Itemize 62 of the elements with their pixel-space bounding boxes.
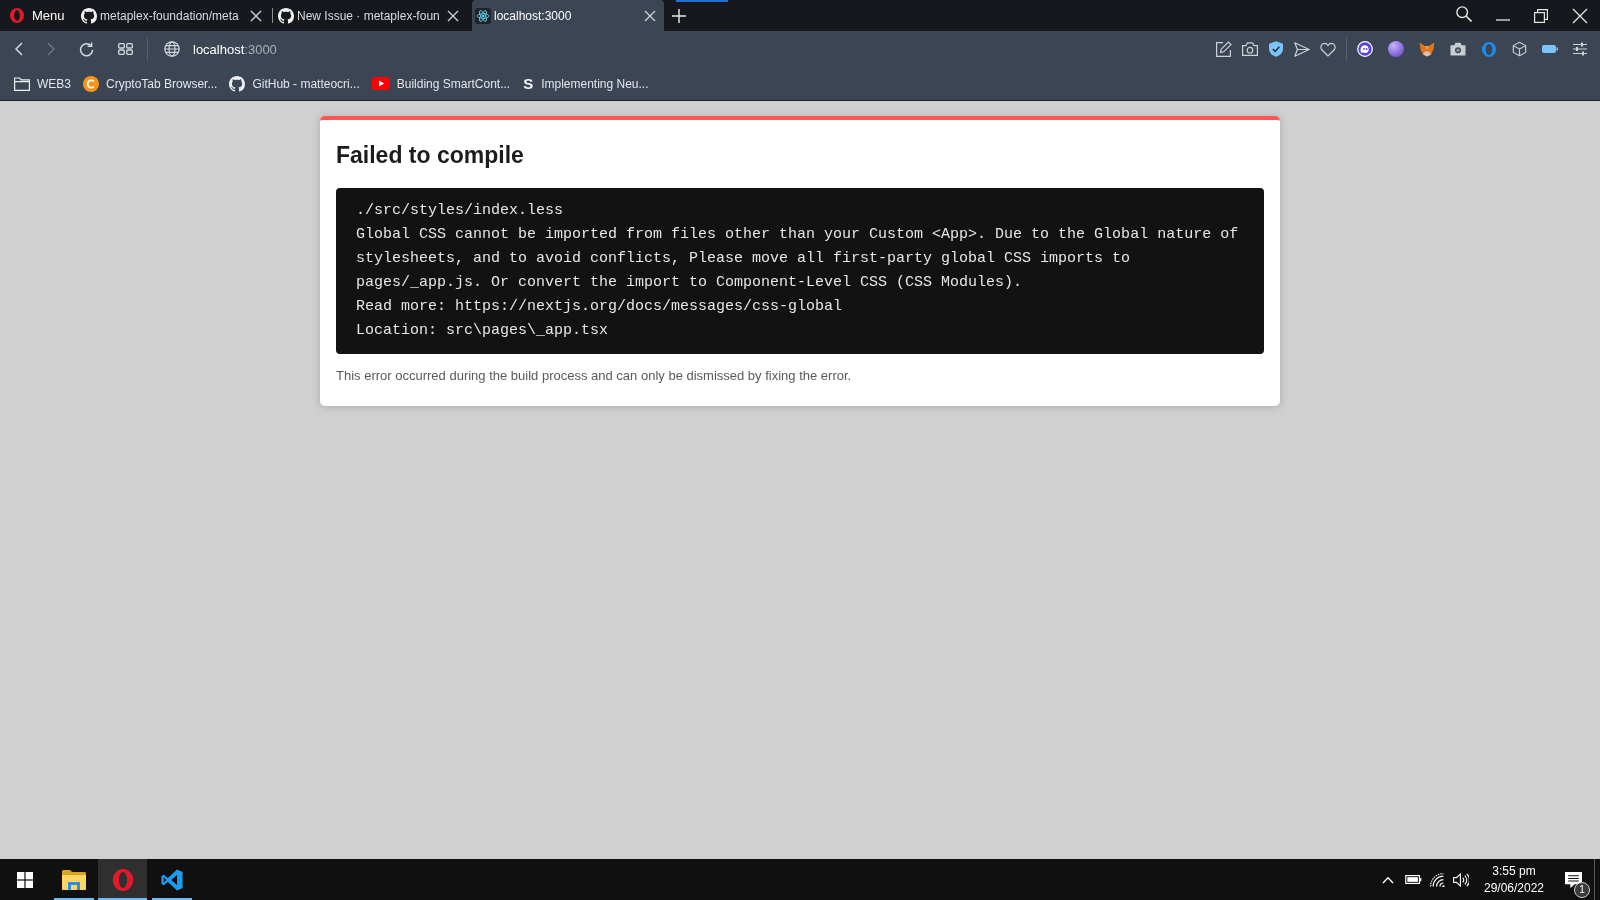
file-path-text: ./src/styles/index.less (356, 201, 565, 221)
taskbar-app-button[interactable] (98, 859, 147, 900)
sliders-icon[interactable] (1573, 42, 1587, 56)
wifi-icon[interactable] (1430, 872, 1445, 887)
close-icon[interactable] (250, 9, 262, 22)
bookmark-link[interactable]: WEB3 (14, 76, 71, 91)
minimize-icon[interactable] (1496, 18, 1510, 21)
s-logo-icon: S (522, 75, 535, 92)
folder-icon (61, 869, 86, 890)
clock-time[interactable]: 3:55 pm (1492, 862, 1536, 880)
send-icon[interactable] (1294, 41, 1310, 57)
browser-tab[interactable]: localhost:3000 (472, 0, 664, 31)
bookmark-link[interactable]: GitHub - matteocri... (229, 75, 360, 92)
camera-icon[interactable] (1242, 42, 1258, 56)
close-icon[interactable] (1572, 7, 1588, 24)
plus-icon[interactable] (672, 8, 686, 23)
code-logo-icon (160, 868, 183, 891)
close-icon[interactable] (644, 9, 656, 22)
ghost-icon[interactable] (1357, 41, 1373, 57)
chevron-up-icon[interactable] (1382, 875, 1394, 884)
read-more-text: Read more: https://nextjs.org/docs/messages/css-global (356, 297, 844, 317)
browser-tab[interactable]: metaplex-foundation/meta (78, 0, 270, 31)
restore-icon[interactable] (1534, 8, 1548, 23)
error-title: Failed to compile (336, 141, 525, 170)
github-icon (81, 7, 97, 24)
video-play-icon (371, 77, 390, 90)
error-message: Global CSS cannot be imported from files other than your Custom <App>. Due to the Global nature of stylesheets, and to avoid conflicts, Please move all first-party global CSS imports to pages/_app.js. Or convert the import to Component-Level CSS (CSS Modules). (356, 225, 1240, 293)
footer-note: This error occurred during the build process and can only be dismissed by fixing the error. (336, 367, 853, 385)
browser-tab[interactable]: New Issue · metaplex-foun (275, 0, 467, 31)
search-icon[interactable] (1456, 5, 1472, 22)
cube-icon[interactable] (1512, 41, 1527, 57)
bookmark-link[interactable]: CryptoTab Browser... (83, 75, 218, 92)
battery-icon[interactable] (1405, 875, 1422, 884)
reload-icon[interactable] (79, 41, 94, 57)
address-field[interactable]: localhost:3000 (193, 41, 277, 57)
coin-icon (83, 75, 99, 92)
back-icon[interactable] (15, 42, 23, 56)
clock-date[interactable]: 29/06/2022 (1483, 879, 1545, 897)
grid-icon[interactable] (118, 43, 133, 55)
atom-icon (475, 7, 491, 24)
github-icon (229, 75, 246, 92)
folder-icon (14, 76, 30, 91)
github-icon (278, 7, 294, 24)
windows-logo-icon[interactable] (16, 871, 33, 888)
ring-icon[interactable] (1481, 40, 1497, 58)
bookmark-link[interactable]: S Implementing Neu... (522, 75, 649, 92)
sphere-icon[interactable] (1388, 41, 1404, 57)
camera-icon[interactable] (1450, 42, 1466, 56)
opera-logo-icon (111, 867, 134, 892)
menu-button[interactable]: Menu (0, 0, 70, 31)
shield-icon[interactable] (1268, 41, 1284, 57)
close-icon[interactable] (447, 9, 459, 22)
notification-icon[interactable] (1564, 871, 1582, 888)
volume-icon[interactable] (1453, 872, 1469, 887)
location-text: Location: src\pages\_app.tsx (356, 321, 610, 341)
heart-icon[interactable] (1320, 41, 1336, 57)
notification-badge: 1 (1574, 882, 1590, 898)
opera-logo-icon (9, 7, 25, 24)
bookmark-link[interactable]: Building SmartCont... (371, 76, 511, 91)
globe-icon (164, 41, 180, 57)
fox-icon[interactable] (1419, 41, 1435, 57)
edit-icon[interactable] (1216, 41, 1232, 57)
